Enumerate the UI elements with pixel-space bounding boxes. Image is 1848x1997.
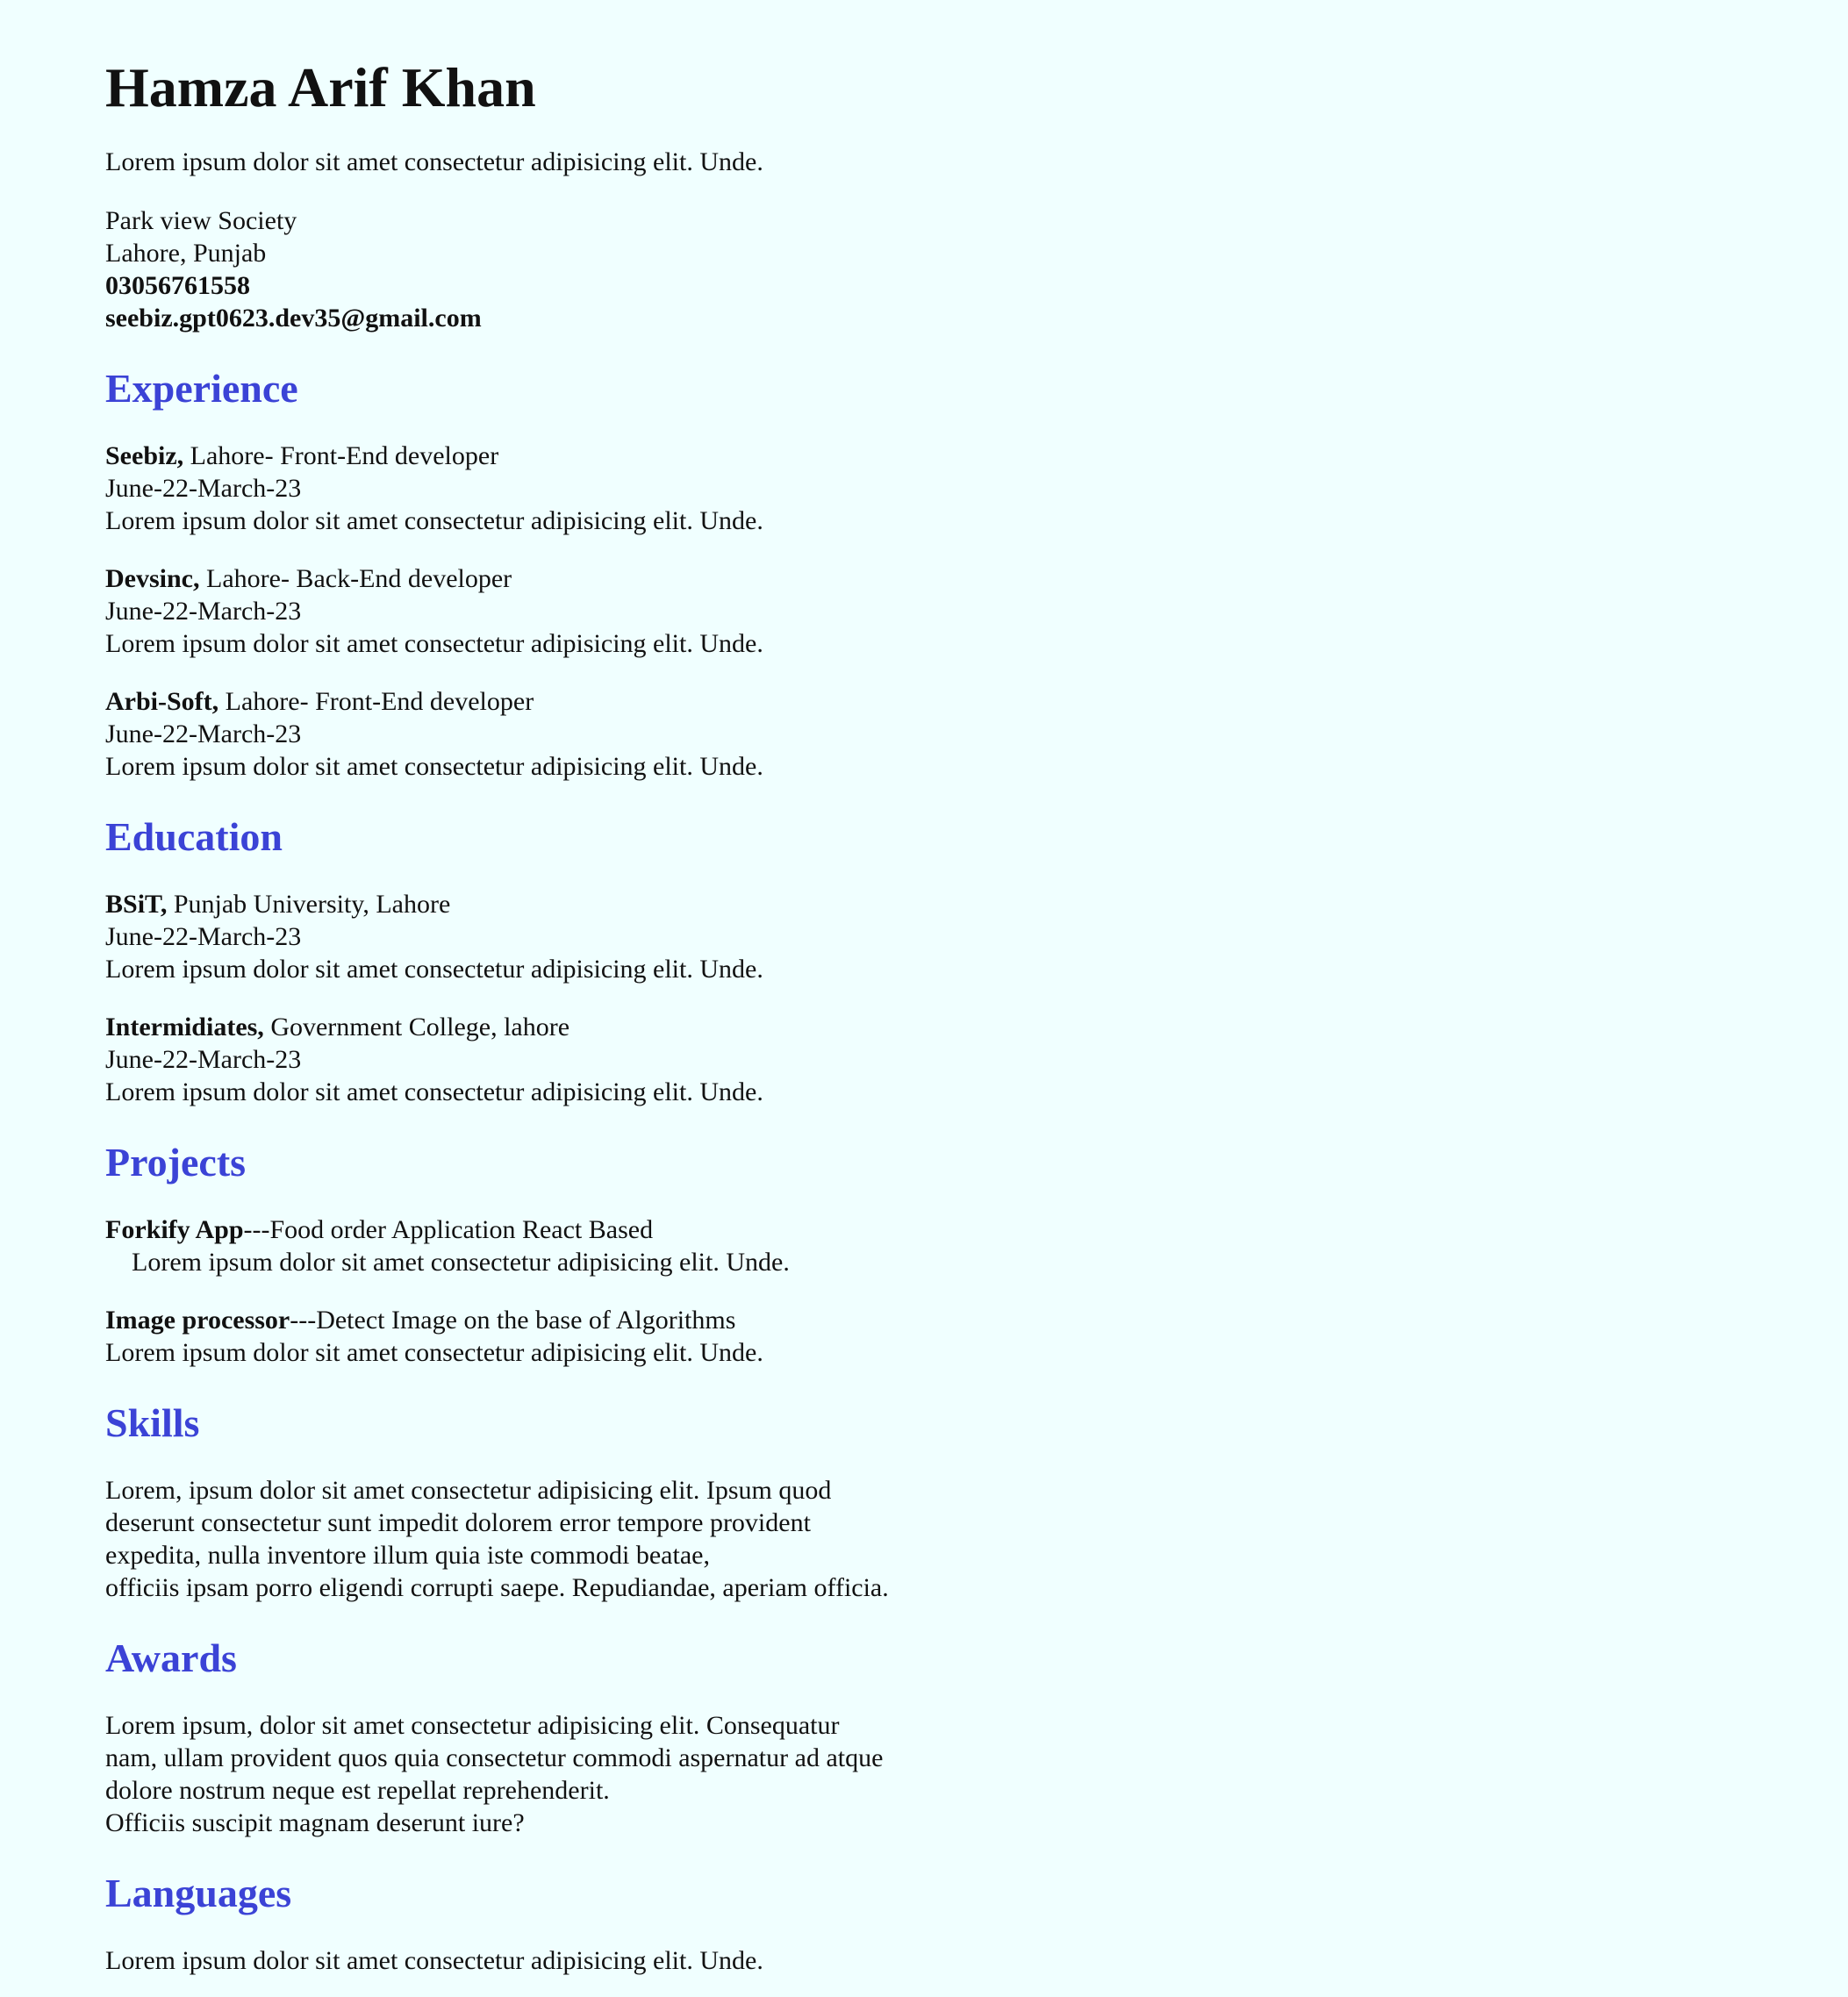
skills-line: deserunt consectetur sunt impedit dolore… [105, 1508, 811, 1537]
awards-line: Lorem ipsum, dolor sit amet consectetur … [105, 1711, 840, 1740]
job-detail: Lahore- Front-End developer [183, 441, 499, 470]
job-dates: June-22-March-23 [105, 597, 302, 626]
awards-heading: Awards [105, 1636, 237, 1680]
address-line-2: Lahore, Punjab [105, 239, 267, 268]
awards-line: Officiis suscipit magnam deserunt iure? [105, 1808, 525, 1837]
degree-name: Intermidiates, [105, 1013, 264, 1041]
languages-heading: Languages [105, 1871, 292, 1915]
job-dates: June-22-March-23 [105, 719, 302, 748]
project-detail: ---Detect Image on the base of Algorithm… [290, 1306, 736, 1335]
skills-line: expedita, nulla inventore illum quia ist… [105, 1541, 710, 1570]
education-heading: Education [105, 814, 283, 859]
resume-page: Hamza Arif Khan Lorem ipsum dolor sit am… [105, 0, 983, 1977]
company-name: Seebiz, [105, 441, 184, 470]
skills-heading: Skills [105, 1400, 200, 1445]
project-description: Lorem ipsum dolor sit amet consectetur a… [105, 1338, 763, 1367]
skills-text: Lorem, ipsum dolor sit amet consectetur … [105, 1474, 983, 1604]
experience-list: Seebiz, Lahore- Front-End developer June… [105, 440, 983, 783]
awards-line: nam, ullam provident quos quia consectet… [105, 1743, 884, 1772]
projects-list: Forkify App---Food order Application Rea… [105, 1213, 983, 1369]
skills-line: Lorem, ipsum dolor sit amet consectetur … [105, 1476, 832, 1505]
institution: Punjab University, Lahore [167, 890, 451, 919]
project-description: Lorem ipsum dolor sit amet consectetur a… [132, 1248, 790, 1277]
experience-item: Devsinc, Lahore- Back-End developer June… [105, 562, 983, 660]
company-name: Devsinc, [105, 564, 200, 593]
address-line-1: Park view Society [105, 206, 297, 235]
project-name: Image processor [105, 1306, 290, 1335]
job-detail: Lahore- Back-End developer [199, 564, 512, 593]
languages-text: Lorem ipsum dolor sit amet consectetur a… [105, 1946, 763, 1975]
education-list: BSiT, Punjab University, Lahore June-22-… [105, 888, 983, 1108]
project-detail: ---Food order Application React Based [243, 1215, 654, 1244]
education-item: BSiT, Punjab University, Lahore June-22-… [105, 888, 983, 985]
job-description: Lorem ipsum dolor sit amet consectetur a… [105, 629, 763, 658]
experience-item: Arbi-Soft, Lahore- Front-End developer J… [105, 685, 983, 783]
education-dates: June-22-March-23 [105, 1045, 302, 1074]
job-dates: June-22-March-23 [105, 474, 302, 503]
experience-item: Seebiz, Lahore- Front-End developer June… [105, 440, 983, 537]
job-detail: Lahore- Front-End developer [218, 687, 534, 716]
project-item: Image processor---Detect Image on the ba… [105, 1304, 983, 1369]
email-address: seebiz.gpt0623.dev35@gmail.com [105, 304, 482, 333]
project-name: Forkify App [105, 1215, 244, 1244]
institution: Government College, lahore [263, 1013, 570, 1041]
degree-name: BSiT, [105, 890, 168, 919]
phone-number: 03056761558 [105, 271, 250, 300]
company-name: Arbi-Soft, [105, 687, 219, 716]
skills-line: officiis ipsam porro eligendi corrupti s… [105, 1573, 889, 1602]
experience-heading: Experience [105, 366, 298, 411]
education-item: Intermidiates, Government College, lahor… [105, 1011, 983, 1108]
job-description: Lorem ipsum dolor sit amet consectetur a… [105, 506, 763, 535]
person-name: Hamza Arif Khan [105, 56, 536, 118]
education-description: Lorem ipsum dolor sit amet consectetur a… [105, 955, 763, 984]
contact-block: Park view Society Lahore, Punjab 0305676… [105, 204, 983, 334]
project-item: Forkify App---Food order Application Rea… [105, 1213, 983, 1278]
education-description: Lorem ipsum dolor sit amet consectetur a… [105, 1077, 763, 1106]
awards-text: Lorem ipsum, dolor sit amet consectetur … [105, 1709, 983, 1839]
intro-text: Lorem ipsum dolor sit amet consectetur a… [105, 147, 763, 176]
awards-line: dolore nostrum neque est repellat repreh… [105, 1776, 610, 1805]
projects-heading: Projects [105, 1140, 247, 1185]
job-description: Lorem ipsum dolor sit amet consectetur a… [105, 752, 763, 781]
education-dates: June-22-March-23 [105, 922, 302, 951]
